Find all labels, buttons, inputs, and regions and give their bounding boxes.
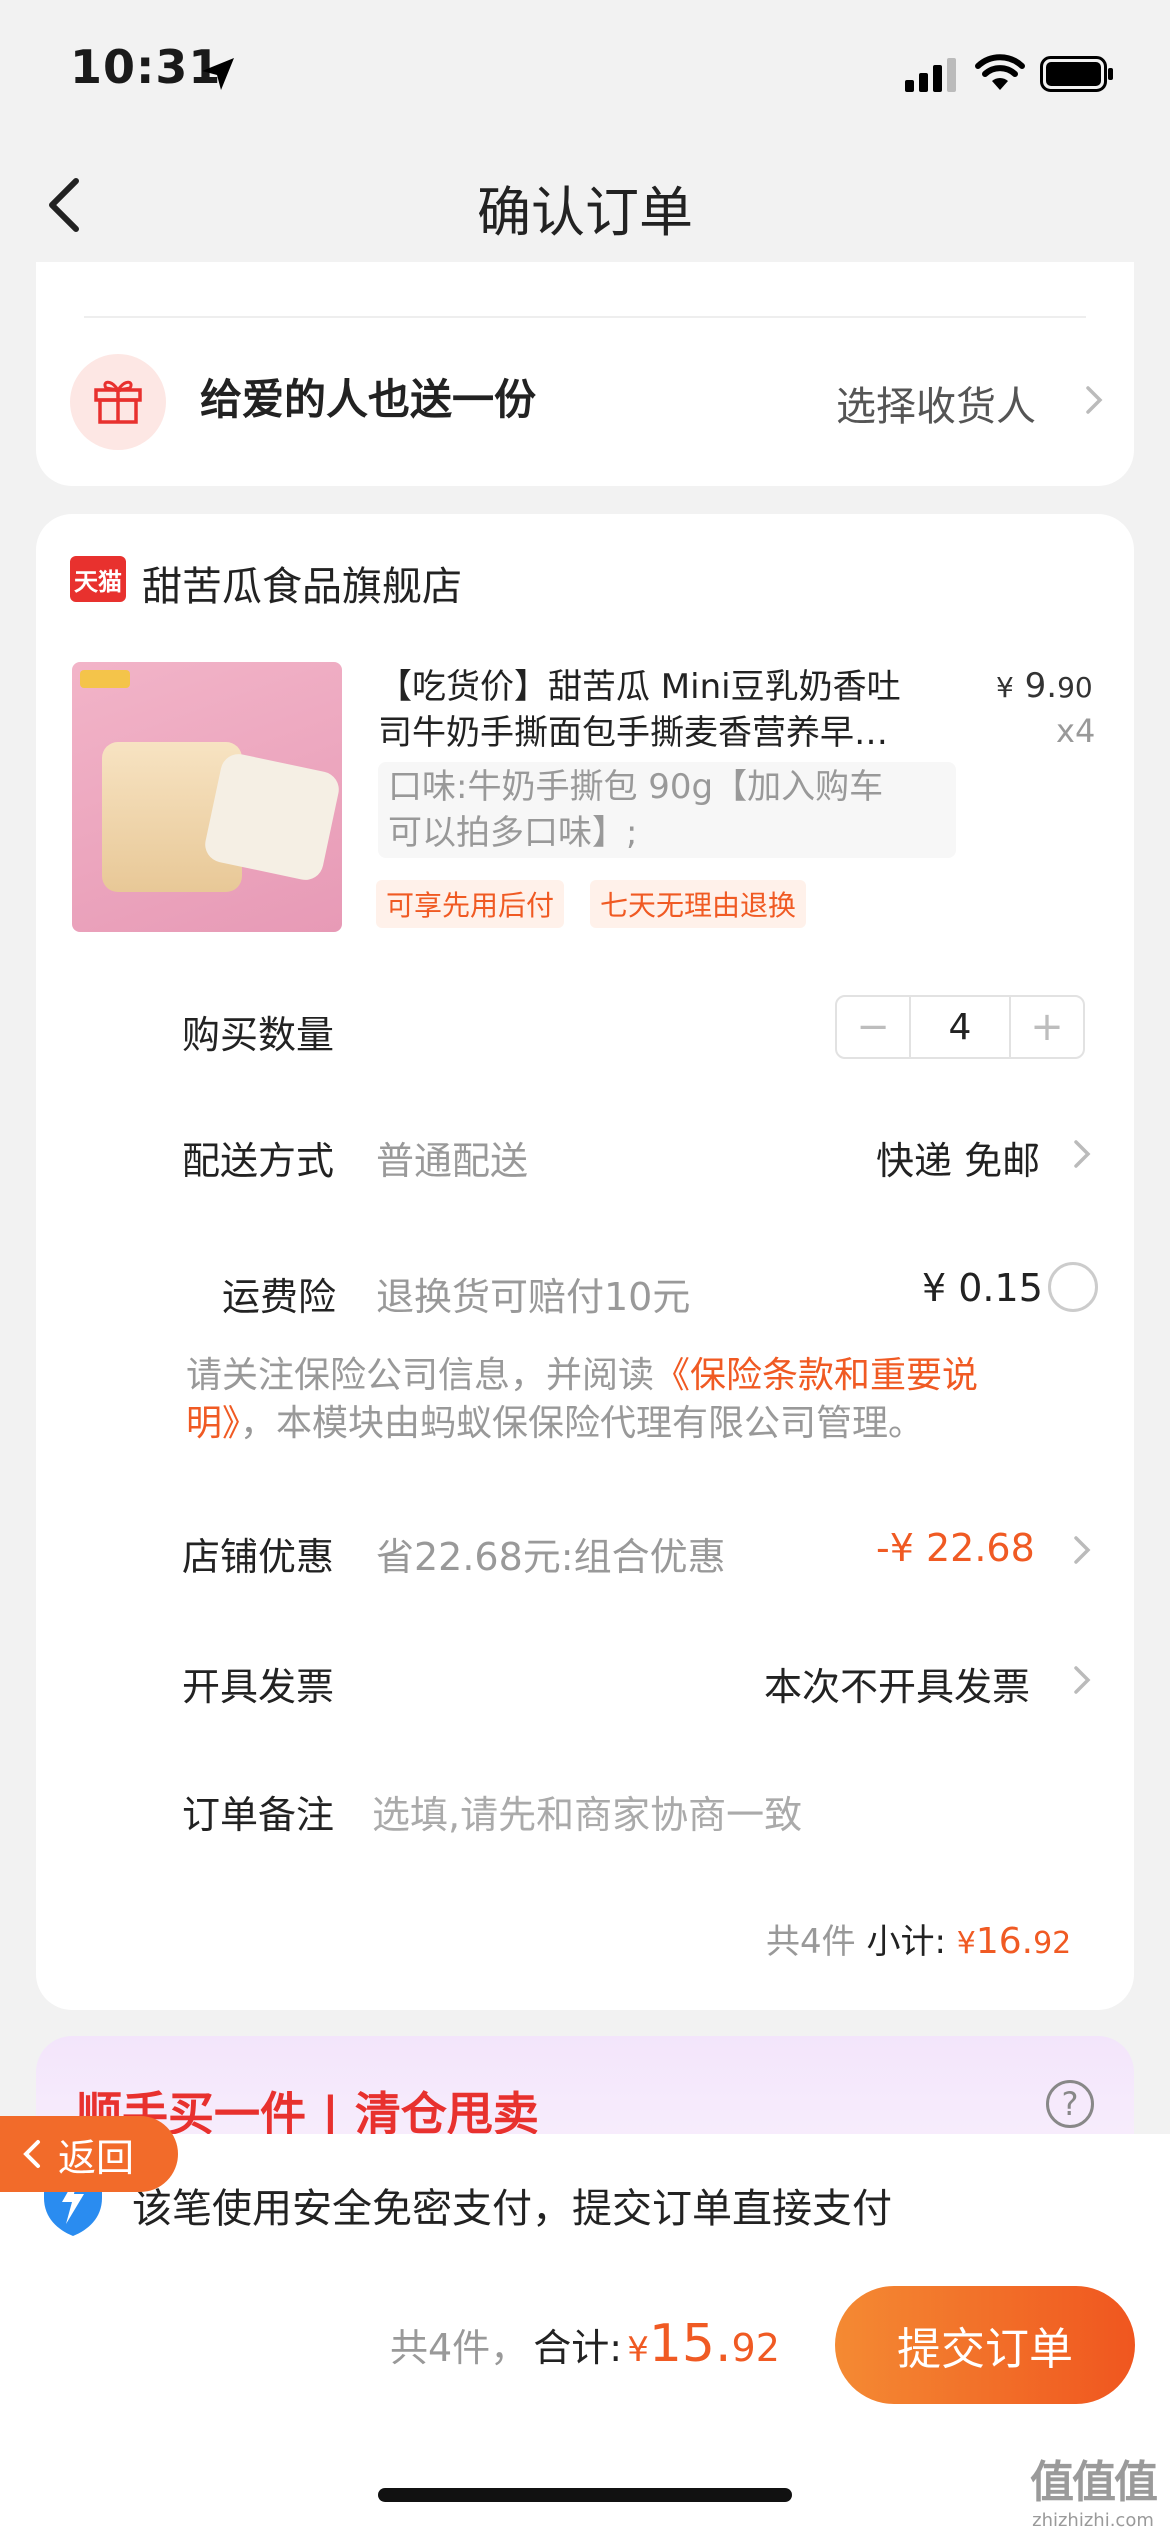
subtotal: 共4件 小计: ¥16.92 — [766, 1914, 1071, 1963]
discount-amount[interactable]: -¥ 22.68 — [876, 1526, 1035, 1570]
delivery-value: 普通配送 — [376, 1139, 529, 1183]
footer-total-label: 合计: — [533, 2326, 623, 2370]
price-int: 9. — [1024, 666, 1058, 706]
insurance-label: 运费险 — [222, 1275, 337, 1319]
watermark-url: zhizhizhi.com — [1032, 2510, 1154, 2531]
tag-pay-later: 可享先用后付 — [376, 880, 565, 928]
pay-notice: 该笔使用安全免密支付，提交订单直接支付 — [132, 2186, 892, 2232]
invoice-label: 开具发票 — [182, 1665, 335, 1709]
product-title-line2: 司牛奶手撕面包手撕麦香营养早… — [378, 713, 888, 753]
price-dec: 90 — [1057, 671, 1093, 704]
chevron-right-icon — [1074, 1140, 1091, 1168]
watermark-text: 值值值 — [1030, 2457, 1158, 2508]
insurance-checkbox[interactable] — [1048, 1262, 1098, 1312]
product-title-line1: 【吃货价】甜苦瓜 Mini豆乳奶香吐 — [378, 667, 901, 707]
product-image[interactable] — [72, 662, 342, 932]
floating-back-label: 返回 — [58, 2135, 135, 2180]
footer-dec: 92 — [731, 2326, 780, 2370]
remark-label: 订单备注 — [182, 1793, 335, 1837]
decrement-button[interactable]: − — [837, 997, 909, 1057]
spec-line1: 口味:牛奶手撕包 90g【加入购车 — [388, 767, 884, 807]
footer-int: 15. — [648, 2314, 732, 2374]
watermark: 值值值 zhizhizhi.com — [1020, 2446, 1166, 2531]
spec-line2: 可以拍多口味】; — [388, 813, 638, 853]
brand-logo-mark — [80, 670, 130, 688]
floating-back-button[interactable]: 返回 — [0, 2116, 178, 2192]
product-qty: x4 — [1056, 712, 1096, 750]
insurance-terms-link-end[interactable]: 明》 — [186, 1403, 240, 1444]
footer-total: 共4件， 合计: ¥15.92 — [390, 2314, 780, 2374]
submit-order-button[interactable]: 提交订单 — [835, 2286, 1135, 2404]
product-spec[interactable]: 口味:牛奶手撕包 90g【加入购车 可以拍多口味】; — [378, 762, 956, 858]
discount-label: 店铺优惠 — [182, 1535, 335, 1579]
discount-value: 省22.68元:组合优惠 — [376, 1535, 726, 1579]
product-price: ¥ 9.90 — [996, 666, 1093, 706]
tmall-badge: 天猫 — [70, 556, 126, 602]
product-title[interactable]: 【吃货价】甜苦瓜 Mini豆乳奶香吐 司牛奶手撕面包手撕麦香营养早… — [378, 664, 948, 756]
gift-icon — [94, 380, 142, 424]
increment-button[interactable]: + — [1011, 997, 1083, 1057]
insurance-note-prefix: 请关注保险公司信息，并阅读 — [186, 1355, 655, 1396]
insurance-note-suffix: ，本模块由蚂蚁保保险代理有限公司管理。 — [240, 1403, 925, 1444]
chevron-right-icon — [1074, 1536, 1091, 1564]
chevron-right-icon — [1074, 1666, 1091, 1694]
chevron-left-icon — [23, 2140, 40, 2168]
shop-name[interactable]: 甜苦瓜食品旗舰店 — [142, 554, 462, 612]
help-icon[interactable]: ? — [1046, 2080, 1094, 2128]
subtotal-symbol: ¥ — [956, 1926, 976, 1961]
tmall-badge-text: 天猫 — [74, 567, 122, 596]
chevron-right-icon — [1086, 386, 1103, 414]
invoice-value[interactable]: 本次不开具发票 — [764, 1656, 1030, 1711]
quantity-stepper: − 4 + — [835, 995, 1085, 1059]
remark-input[interactable]: 选填,请先和商家协商一致 — [372, 1784, 802, 1839]
insurance-price: ¥ 0.15 — [922, 1266, 1043, 1310]
wifi-icon — [975, 54, 1025, 90]
signal-icon — [905, 58, 956, 92]
delivery-label: 配送方式 — [182, 1139, 335, 1183]
insurance-terms-link[interactable]: 《保险条款和重要说 — [654, 1355, 978, 1396]
divider — [84, 316, 1086, 318]
footer-count: 共4件， — [390, 2326, 529, 2370]
insurance-note: 请关注保险公司信息，并阅读《保险条款和重要说明》，本模块由蚂蚁保保险代理有限公司… — [186, 1352, 1076, 1448]
quantity-label: 购买数量 — [182, 1013, 335, 1057]
subtotal-count: 共4件 — [766, 1922, 856, 1962]
choose-recipient-link[interactable]: 选择收货人 — [836, 374, 1036, 432]
status-time: 10:31 — [70, 40, 222, 94]
location-arrow-icon — [202, 58, 234, 90]
tag-return: 七天无理由退换 — [590, 880, 807, 928]
quantity-value[interactable]: 4 — [909, 997, 1011, 1057]
home-indicator — [378, 2488, 792, 2502]
price-symbol: ¥ — [996, 671, 1014, 704]
delivery-method[interactable]: 快递 免邮 — [876, 1130, 1040, 1185]
gift-title: 给爱的人也送一份 — [200, 375, 537, 424]
gift-card: 给爱的人也送一份 选择收货人 — [36, 262, 1134, 486]
footer-symbol: ¥ — [627, 2330, 649, 2370]
battery-icon — [1040, 56, 1113, 92]
page-title: 确认订单 — [477, 181, 693, 244]
insurance-value: 退换货可赔付10元 — [376, 1275, 691, 1319]
subtotal-label: 小计: — [866, 1922, 946, 1962]
subtotal-int: 16. — [975, 1921, 1034, 1962]
subtotal-dec: 92 — [1033, 1926, 1072, 1961]
